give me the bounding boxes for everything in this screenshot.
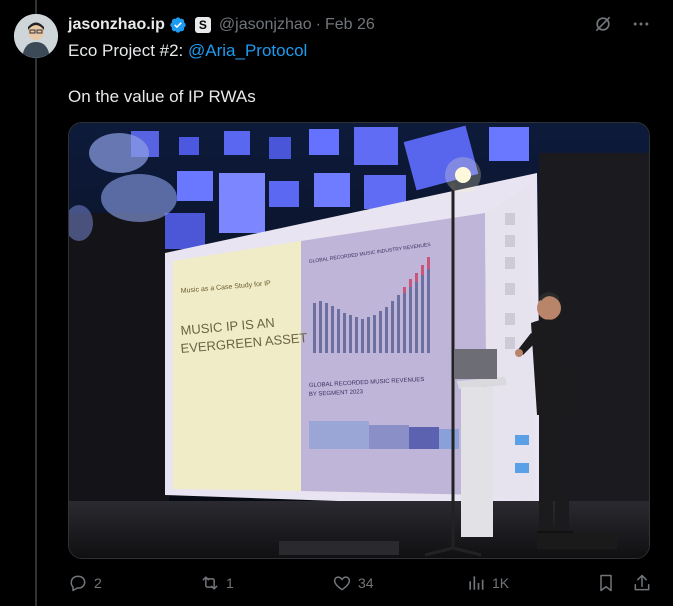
bookmark-button[interactable] <box>596 572 622 594</box>
post-text-line-2: On the value of IP RWAs <box>68 87 256 106</box>
post-date[interactable]: Feb 26 <box>325 16 375 34</box>
share-icon <box>634 574 650 591</box>
affiliate-badge-icon[interactable]: S <box>194 17 211 33</box>
grok-icon[interactable] <box>593 14 613 34</box>
avatar[interactable] <box>14 14 58 58</box>
header-icons <box>593 14 651 34</box>
mention-link[interactable]: @Aria_Protocol <box>188 41 307 60</box>
repost-button[interactable]: 1 <box>200 572 234 594</box>
share-button[interactable] <box>632 572 658 594</box>
post-text-prefix: Eco Project #2: <box>68 41 189 60</box>
avatar-image <box>14 14 58 58</box>
views-chart-icon <box>469 576 484 590</box>
post-photo[interactable]: Music as a Case Study for IP MUSIC IP IS… <box>68 122 650 559</box>
heart-icon <box>333 576 351 591</box>
post-actions: 2 1 34 1K <box>68 572 658 596</box>
author-name[interactable]: jasonzhao.ip <box>68 16 165 34</box>
repost-icon <box>202 576 218 590</box>
separator-dot: · <box>315 16 321 33</box>
reply-icon <box>70 575 86 592</box>
like-count: 34 <box>358 575 374 591</box>
thread-line <box>35 0 37 606</box>
views-count: 1K <box>492 575 510 591</box>
bookmark-icon <box>600 574 612 592</box>
views-button[interactable]: 1K <box>466 572 509 594</box>
verified-badge-icon[interactable] <box>169 16 187 34</box>
post-text-line-1: Eco Project #2: @Aria_Protocol <box>68 41 307 61</box>
like-button[interactable]: 34 <box>332 572 374 594</box>
post-header: jasonzhao.ip S @jasonjzhao · Feb 26 <box>68 14 375 36</box>
reply-count: 2 <box>94 575 102 591</box>
more-options-icon[interactable] <box>631 14 651 34</box>
repost-count: 1 <box>226 575 234 591</box>
reply-button[interactable]: 2 <box>68 572 102 594</box>
conference-photo: Music as a Case Study for IP MUSIC IP IS… <box>69 123 649 558</box>
author-handle[interactable]: @jasonjzhao <box>219 16 312 34</box>
